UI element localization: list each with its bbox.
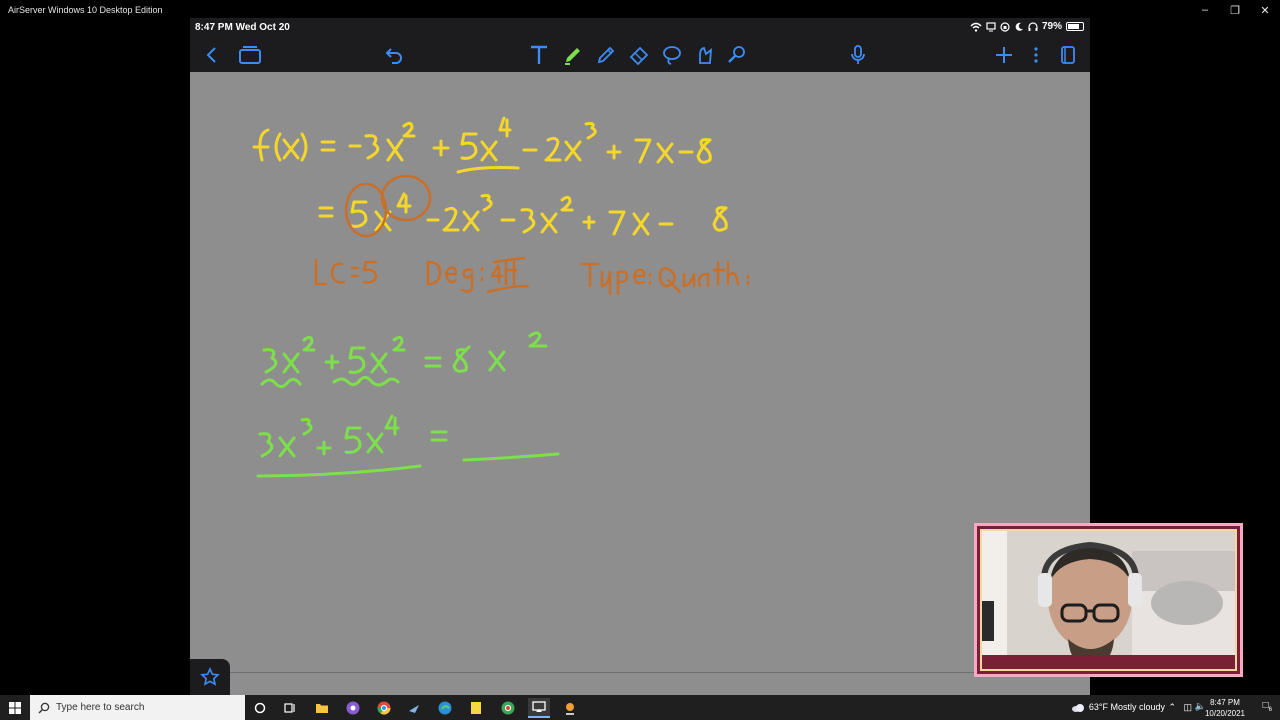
notification-count: 6	[1268, 707, 1272, 713]
pages-icon[interactable]	[1056, 43, 1080, 67]
handwriting-layer	[252, 116, 750, 478]
star-icon	[200, 667, 220, 686]
app-shortcut-icon[interactable]	[560, 698, 580, 718]
weather-widget[interactable]: 63°F Mostly cloudy	[1071, 702, 1165, 713]
close-button[interactable]: ✕	[1250, 0, 1280, 20]
handwriting-line-4	[256, 414, 560, 478]
page-divider	[230, 672, 1090, 673]
steam-icon[interactable]	[404, 698, 424, 718]
notes-toolbar	[190, 38, 1090, 72]
status-right: 79%	[970, 21, 1084, 32]
search-placeholder: Type here to search	[56, 702, 145, 713]
chrome-icon[interactable]	[374, 698, 394, 718]
wifi-icon	[970, 22, 982, 32]
clock-time: 8:47 PM	[1210, 698, 1240, 707]
moon-icon	[1015, 22, 1023, 31]
clock-date: 10/20/2021	[1204, 709, 1245, 718]
text-tool-icon[interactable]	[527, 43, 551, 67]
documents-icon[interactable]	[236, 43, 264, 67]
window-controls: – ❐ ✕	[1190, 0, 1280, 20]
restore-button[interactable]: ❐	[1220, 0, 1250, 20]
desktop: AirServer Windows 10 Desktop Edition – ❐…	[0, 0, 1280, 720]
orientation-lock-icon	[1000, 21, 1010, 32]
pencil-icon[interactable]	[594, 43, 618, 67]
favorite-button[interactable]	[190, 659, 230, 695]
weather-text: 63°F Mostly cloudy	[1088, 702, 1165, 712]
webcam-scene	[982, 531, 1235, 669]
tray-chevron-icon[interactable]: ⌃	[1168, 702, 1176, 713]
window-titlebar: AirServer Windows 10 Desktop Edition – ❐…	[0, 0, 1280, 20]
pen-icon[interactable]	[561, 43, 585, 67]
webcam-feed	[980, 529, 1237, 671]
battery-icon	[1066, 22, 1084, 31]
battery-level	[1068, 24, 1080, 29]
headphones-icon	[1028, 21, 1038, 31]
taskbar-search[interactable]: Type here to search	[30, 695, 245, 720]
shapes-icon[interactable]	[693, 43, 717, 67]
microphone-icon[interactable]	[846, 43, 870, 67]
task-view-icon[interactable]	[280, 698, 300, 718]
windows-icon	[9, 701, 21, 714]
lasso-icon[interactable]	[660, 43, 684, 67]
ios-status-bar: 8:47 PM Wed Oct 20 79%	[190, 18, 1090, 38]
eraser-icon[interactable]	[627, 43, 651, 67]
webcam-overlay	[974, 523, 1243, 677]
sticky-notes-icon[interactable]	[466, 698, 486, 718]
handwriting-annotations	[314, 174, 750, 296]
search-icon	[38, 702, 50, 713]
ipad-mirror: 8:47 PM Wed Oct 20 79%	[190, 18, 1090, 695]
taskbar: Type here to search 63°F Mostly cloudy ⌃…	[0, 695, 1280, 720]
minimize-button[interactable]: –	[1190, 0, 1220, 20]
window-title: AirServer Windows 10 Desktop Edition	[8, 5, 163, 15]
status-time-date: 8:47 PM Wed Oct 20	[195, 22, 290, 33]
file-explorer-icon[interactable]	[312, 698, 332, 718]
screen-mirror-icon	[986, 21, 996, 31]
cortana-icon[interactable]	[250, 698, 270, 718]
chrome-alt-icon[interactable]	[498, 698, 518, 718]
note-canvas[interactable]	[190, 72, 1090, 695]
network-icon[interactable]: ◫	[1183, 702, 1192, 713]
cloud-icon	[1071, 703, 1084, 712]
add-icon[interactable]	[992, 43, 1016, 67]
edge-icon[interactable]	[435, 698, 455, 718]
start-button[interactable]	[0, 695, 30, 720]
back-icon[interactable]	[200, 43, 224, 67]
laser-pointer-icon[interactable]	[725, 43, 749, 67]
handwriting-line-1	[252, 116, 712, 174]
handwriting-line-3	[260, 331, 548, 389]
notification-center-icon[interactable]: □6	[1263, 700, 1272, 713]
clock[interactable]: 8:47 PM 10/20/2021	[1205, 697, 1245, 719]
airserver-taskbar-icon[interactable]	[528, 698, 550, 718]
chrome-profile-icon[interactable]	[343, 698, 363, 718]
undo-icon[interactable]	[382, 43, 406, 67]
battery-percent: 79%	[1041, 21, 1062, 32]
more-icon[interactable]	[1024, 43, 1048, 67]
